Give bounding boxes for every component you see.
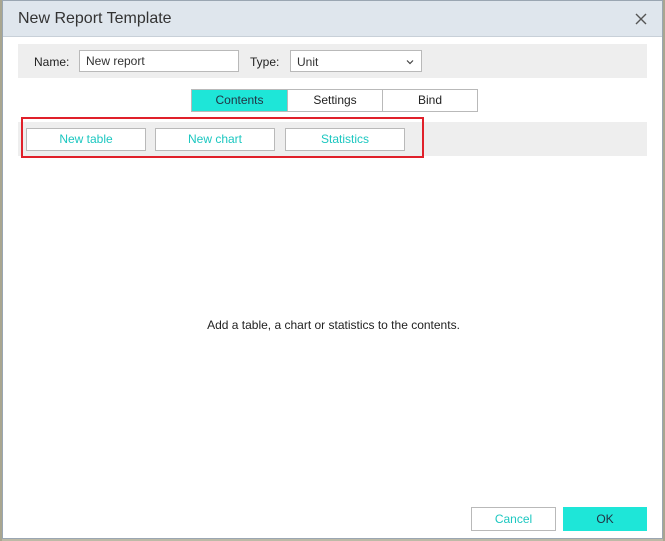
type-select[interactable]: Unit [290,50,422,72]
statistics-button[interactable]: Statistics [285,128,405,151]
ok-button[interactable]: OK [563,507,647,531]
type-label: Type: [250,55,280,69]
dialog-title: New Report Template [18,10,172,27]
new-table-button[interactable]: New table [26,128,146,151]
chevron-down-icon [405,56,415,70]
close-icon[interactable] [632,10,650,28]
dialog-titlebar: New Report Template [3,1,662,37]
name-label: Name: [34,55,70,69]
name-input[interactable] [79,50,239,72]
type-select-value: Unit [297,55,319,69]
new-chart-button[interactable]: New chart [155,128,275,151]
cancel-button[interactable]: Cancel [471,507,556,531]
new-report-template-dialog: New Report Template Name: Type: Unit Con… [2,0,663,539]
tab-bind[interactable]: Bind [383,90,477,111]
empty-contents-message: Add a table, a chart or statistics to th… [207,318,460,332]
tab-bar: Contents Settings Bind [191,89,478,112]
tab-contents[interactable]: Contents [192,90,288,111]
name-type-row: Name: Type: Unit [18,44,647,78]
tab-settings[interactable]: Settings [288,90,383,111]
